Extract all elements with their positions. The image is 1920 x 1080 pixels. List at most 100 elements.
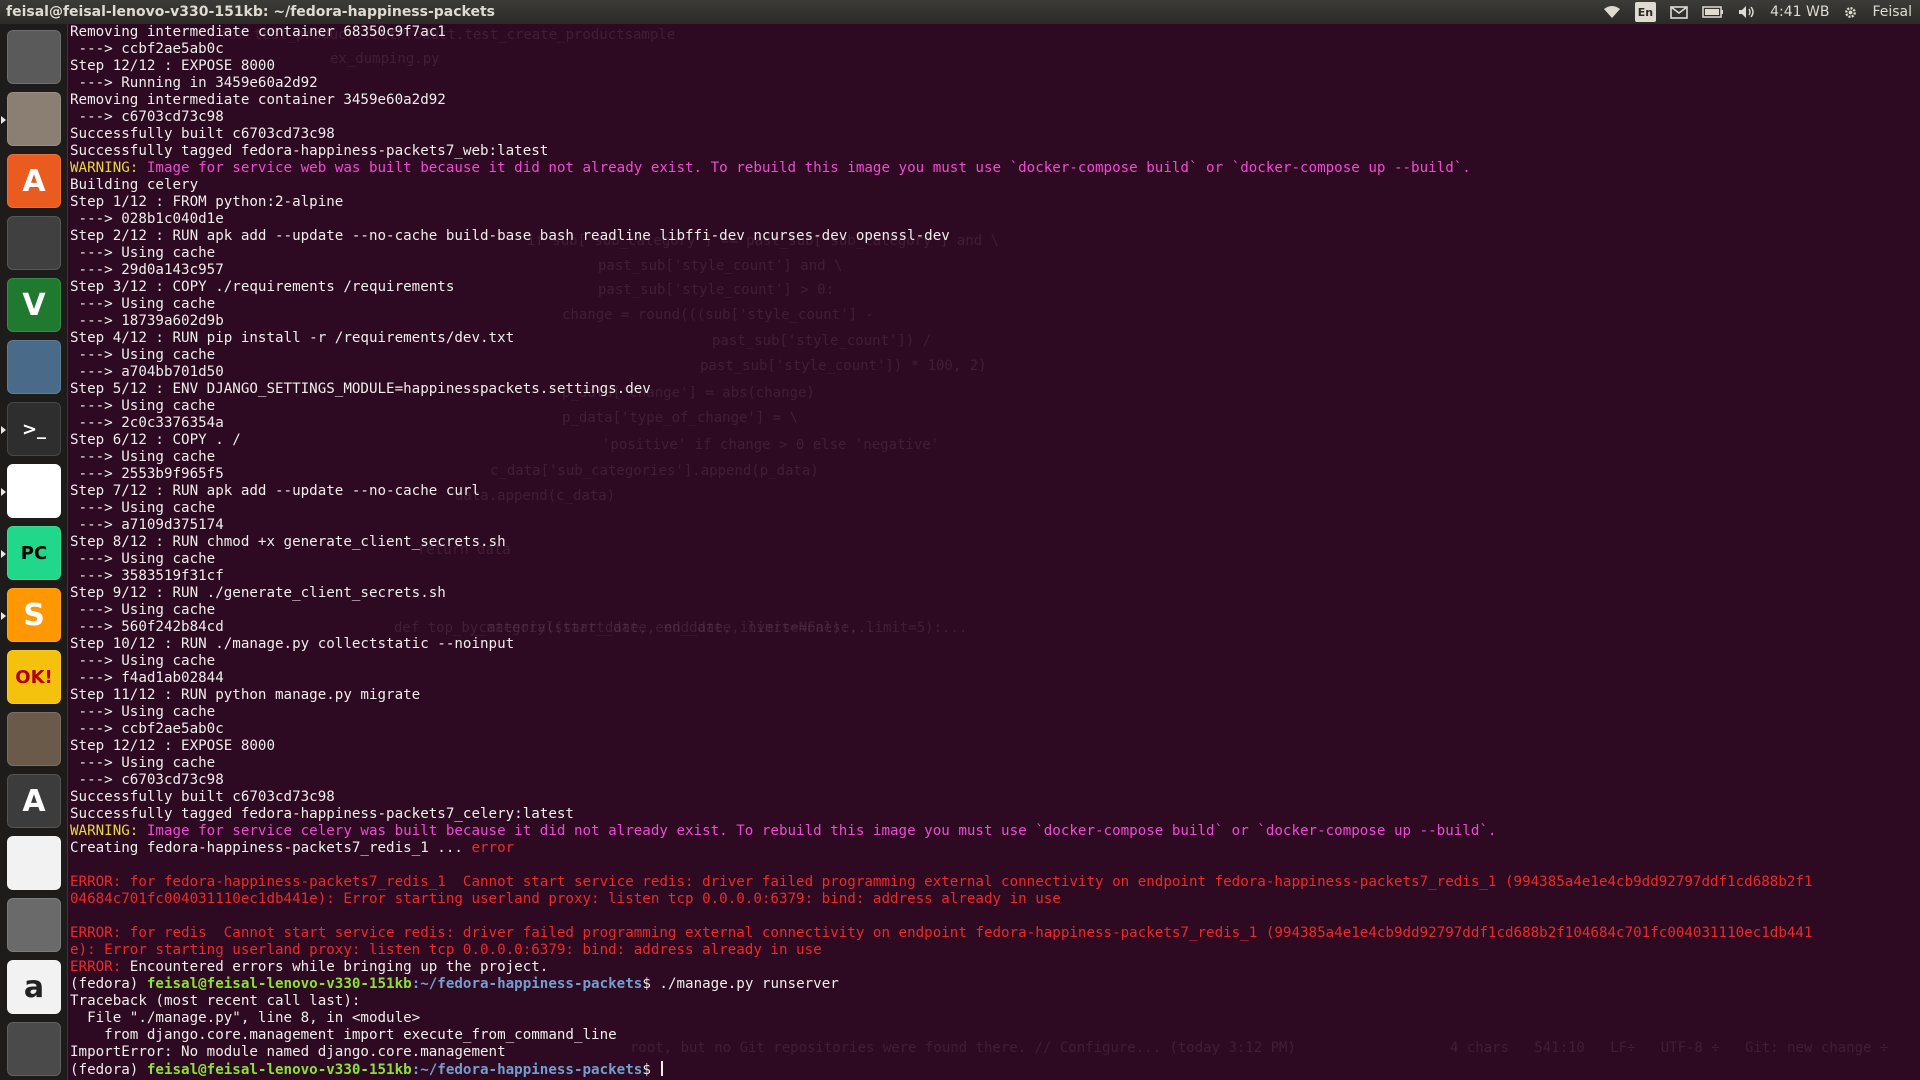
error-text: ERROR: for fedora-happiness-packets7_red… [70,874,1813,890]
output-text: ImportError: No module named django.core… [70,1044,506,1060]
terminal-line: Step 11/12 : RUN python manage.py migrat… [70,687,1813,704]
terminal-line: e): Error starting userland proxy: liste… [70,942,1813,959]
output-text: ---> Using cache [70,500,216,516]
terminal-output[interactable]: Removing intermediate container 68350c9f… [70,24,1813,1078]
launcher-software-center[interactable]: A [7,154,61,208]
terminal-line: ---> ccbf2ae5ab0c [70,721,1813,738]
error-label: ERROR: [70,959,122,975]
terminal-line: Step 1/12 : FROM python:2-alpine [70,194,1813,211]
output-text: ---> 028b1c040d1e [70,211,224,227]
error-text: 04684c701fc004031110ec1db441e): Error st… [70,891,1061,907]
launcher-sublime-text-icon: S [23,597,45,633]
output-text: Creating fedora-happiness-packets7_redis… [70,840,472,856]
terminal-line: 04684c701fc004031110ec1db441e): Error st… [70,891,1813,908]
settings-icon[interactable] [1843,3,1858,21]
terminal-line: from django.core.management import execu… [70,1027,1813,1044]
terminal-line: Step 7/12 : RUN apk add --update --no-ca… [70,483,1813,500]
terminal-line: ---> Running in 3459e60a2d92 [70,75,1813,92]
keyboard-layout-indicator[interactable]: En [1634,2,1657,22]
terminal-line: ---> Using cache [70,347,1813,364]
terminal-line: ---> 2c0c3376354a [70,415,1813,432]
terminal-line: Building celery [70,177,1813,194]
output-text: ---> Using cache [70,551,216,567]
running-indicator [1,612,6,620]
wifi-icon[interactable] [1603,3,1621,21]
launcher-video-editor[interactable] [7,216,61,270]
command-text[interactable] [651,1062,660,1078]
terminal-line: Step 8/12 : RUN chmod +x generate_client… [70,534,1813,551]
volume-icon[interactable] [1738,3,1756,21]
terminal-line: ---> 18739a602d9b [70,313,1813,330]
command-text[interactable]: ./manage.py runserver [651,976,838,992]
prompt-user-host: feisal@feisal-lenovo-v330-151kb [146,976,412,992]
launcher-updater[interactable]: A [7,774,61,828]
output-text: Encountered errors while bringing up the… [121,959,549,975]
terminal-line: File "./manage.py", line 8, in <module> [70,1010,1813,1027]
terminal-line: ---> Using cache [70,551,1813,568]
terminal-line: ERROR: Encountered errors while bringing… [70,959,1813,976]
output-text: Step 11/12 : RUN python manage.py migrat… [70,687,421,703]
battery-icon[interactable] [1702,3,1724,21]
terminal-line: ImportError: No module named django.core… [70,1044,1813,1061]
output-text: Step 12/12 : EXPOSE 8000 [70,738,275,754]
launcher-gimp[interactable] [7,712,61,766]
terminal-line: ---> Using cache [70,704,1813,721]
prompt-symbol: $ [642,976,651,992]
terminal-line: Successfully built c6703cd73c98 [70,126,1813,143]
output-text: Step 1/12 : FROM python:2-alpine [70,194,344,210]
launcher-trash[interactable] [7,1022,61,1076]
terminal-line: Step 6/12 : COPY . / [70,432,1813,449]
launcher-ok-app[interactable]: OK! [7,650,61,704]
terminal-line: Removing intermediate container 3459e60a… [70,92,1813,109]
output-text: from django.core.management import execu… [70,1027,617,1043]
output-text: Removing intermediate container 3459e60a… [70,92,446,108]
launcher-system-settings[interactable] [7,898,61,952]
mail-icon[interactable] [1670,3,1688,21]
terminal-line: Step 12/12 : EXPOSE 8000 [70,738,1813,755]
output-text: Step 9/12 : RUN ./generate_client_secret… [70,585,446,601]
output-text: Step 5/12 : ENV DJANGO_SETTINGS_MODULE=h… [70,381,651,397]
launcher-ok-app-icon: OK! [15,666,53,688]
terminal-line: WARNING: Image for service celery was bu… [70,823,1813,840]
output-text: Step 4/12 : RUN pip install -r /requirem… [70,330,515,346]
launcher-pycharm[interactable]: PC [1,526,61,580]
launcher-files[interactable] [1,92,61,146]
error-status: error [471,840,515,856]
output-text: ---> 2c0c3376354a [70,415,224,431]
system-tray: En 4:41 WB Feisal [1603,2,1920,22]
launcher-amazon-icon: a [23,969,45,1005]
prompt-symbol: $ [642,1062,651,1078]
output-text: Step 2/12 : RUN apk add --update --no-ca… [70,228,950,244]
user-name[interactable]: Feisal [1872,4,1912,20]
output-text: Successfully tagged fedora-happiness-pac… [70,143,549,159]
output-text: Building celery [70,177,199,193]
launcher-chrome[interactable] [1,464,61,518]
launcher-amazon[interactable]: a [7,960,61,1014]
terminal-line: Step 2/12 : RUN apk add --update --no-ca… [70,228,1813,245]
output-text: ---> Using cache [70,704,216,720]
clock[interactable]: 4:41 WB [1770,4,1829,20]
terminal-line: ---> Using cache [70,602,1813,619]
top-panel: feisal@feisal-lenovo-v330-151kb: ~/fedor… [0,0,1920,24]
prompt-env: (fedora) [70,1062,139,1078]
launcher-pgadmin[interactable] [7,340,61,394]
launcher-vim[interactable]: V [7,278,61,332]
launcher-pdf-viewer[interactable] [7,836,61,890]
terminal-line: (fedora) feisal@feisal-lenovo-v330-151kb… [70,976,1813,993]
terminal-line: Step 9/12 : RUN ./generate_client_secret… [70,585,1813,602]
terminal-line: ERROR: for fedora-happiness-packets7_red… [70,874,1813,891]
launcher-sublime-text[interactable]: S [1,588,61,642]
terminal-line: ---> 3583519f31cf [70,568,1813,585]
launcher-dash-home[interactable] [7,30,61,84]
terminal-line: ---> Using cache [70,296,1813,313]
terminal-line: ---> 560f242b84cd [70,619,1813,636]
terminal-line: ---> 2553b9f965f5 [70,466,1813,483]
warning-label: WARNING: [70,823,139,839]
terminal-window[interactable]: VCS Window Helpfor test_product.TestProd… [68,24,1920,1080]
output-text: ---> c6703cd73c98 [70,772,224,788]
terminal-line: ---> 29d0a143c957 [70,262,1813,279]
warning-label: WARNING: [70,160,139,176]
launcher-terminal[interactable]: >_ [1,402,61,456]
terminal-line: ---> Using cache [70,500,1813,517]
